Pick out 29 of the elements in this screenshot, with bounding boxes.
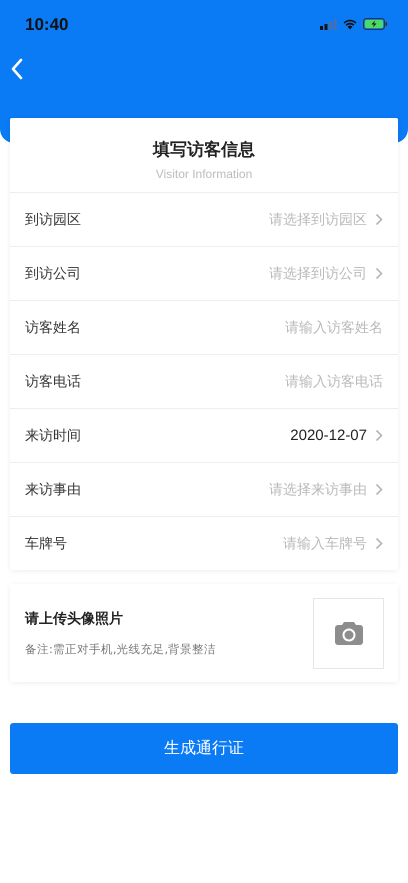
select-field[interactable]: 请选择到访园区 bbox=[269, 210, 383, 228]
camera-icon bbox=[334, 621, 362, 645]
chevron-icon bbox=[375, 213, 383, 226]
select-field[interactable]: 请选择到访公司 bbox=[269, 264, 383, 282]
field-label: 来访事由 bbox=[25, 480, 81, 498]
field-label: 访客电话 bbox=[25, 372, 81, 390]
wifi-icon bbox=[342, 18, 358, 30]
back-icon[interactable] bbox=[11, 58, 23, 80]
field-label: 到访园区 bbox=[25, 210, 81, 228]
field-label: 来访时间 bbox=[25, 426, 81, 444]
battery-icon bbox=[363, 18, 388, 30]
status-time: 10:40 bbox=[25, 15, 68, 35]
select-field[interactable]: 2020-12-07 bbox=[290, 427, 383, 444]
photo-title: 请上传头像照片 bbox=[25, 610, 124, 628]
signal-icon bbox=[320, 18, 337, 30]
photo-upload-button[interactable] bbox=[313, 598, 384, 668]
chevron-icon bbox=[375, 483, 383, 496]
chevron-icon bbox=[375, 429, 383, 442]
select-field[interactable]: 请输入车牌号 bbox=[283, 534, 383, 552]
field-label: 访客姓名 bbox=[25, 318, 81, 336]
field-label: 车牌号 bbox=[25, 534, 67, 552]
form-title: 填写访客信息 bbox=[153, 139, 255, 161]
photo-note: 备注:需正对手机,光线充足,背景整洁 bbox=[25, 642, 216, 656]
chevron-icon bbox=[375, 267, 383, 280]
chevron-icon bbox=[375, 537, 383, 550]
field-label: 到访公司 bbox=[25, 264, 81, 282]
form-subtitle: Visitor Information bbox=[156, 167, 252, 181]
submit-button[interactable]: 生成通行证 bbox=[10, 723, 398, 774]
select-field[interactable]: 请选择来访事由 bbox=[269, 480, 383, 498]
